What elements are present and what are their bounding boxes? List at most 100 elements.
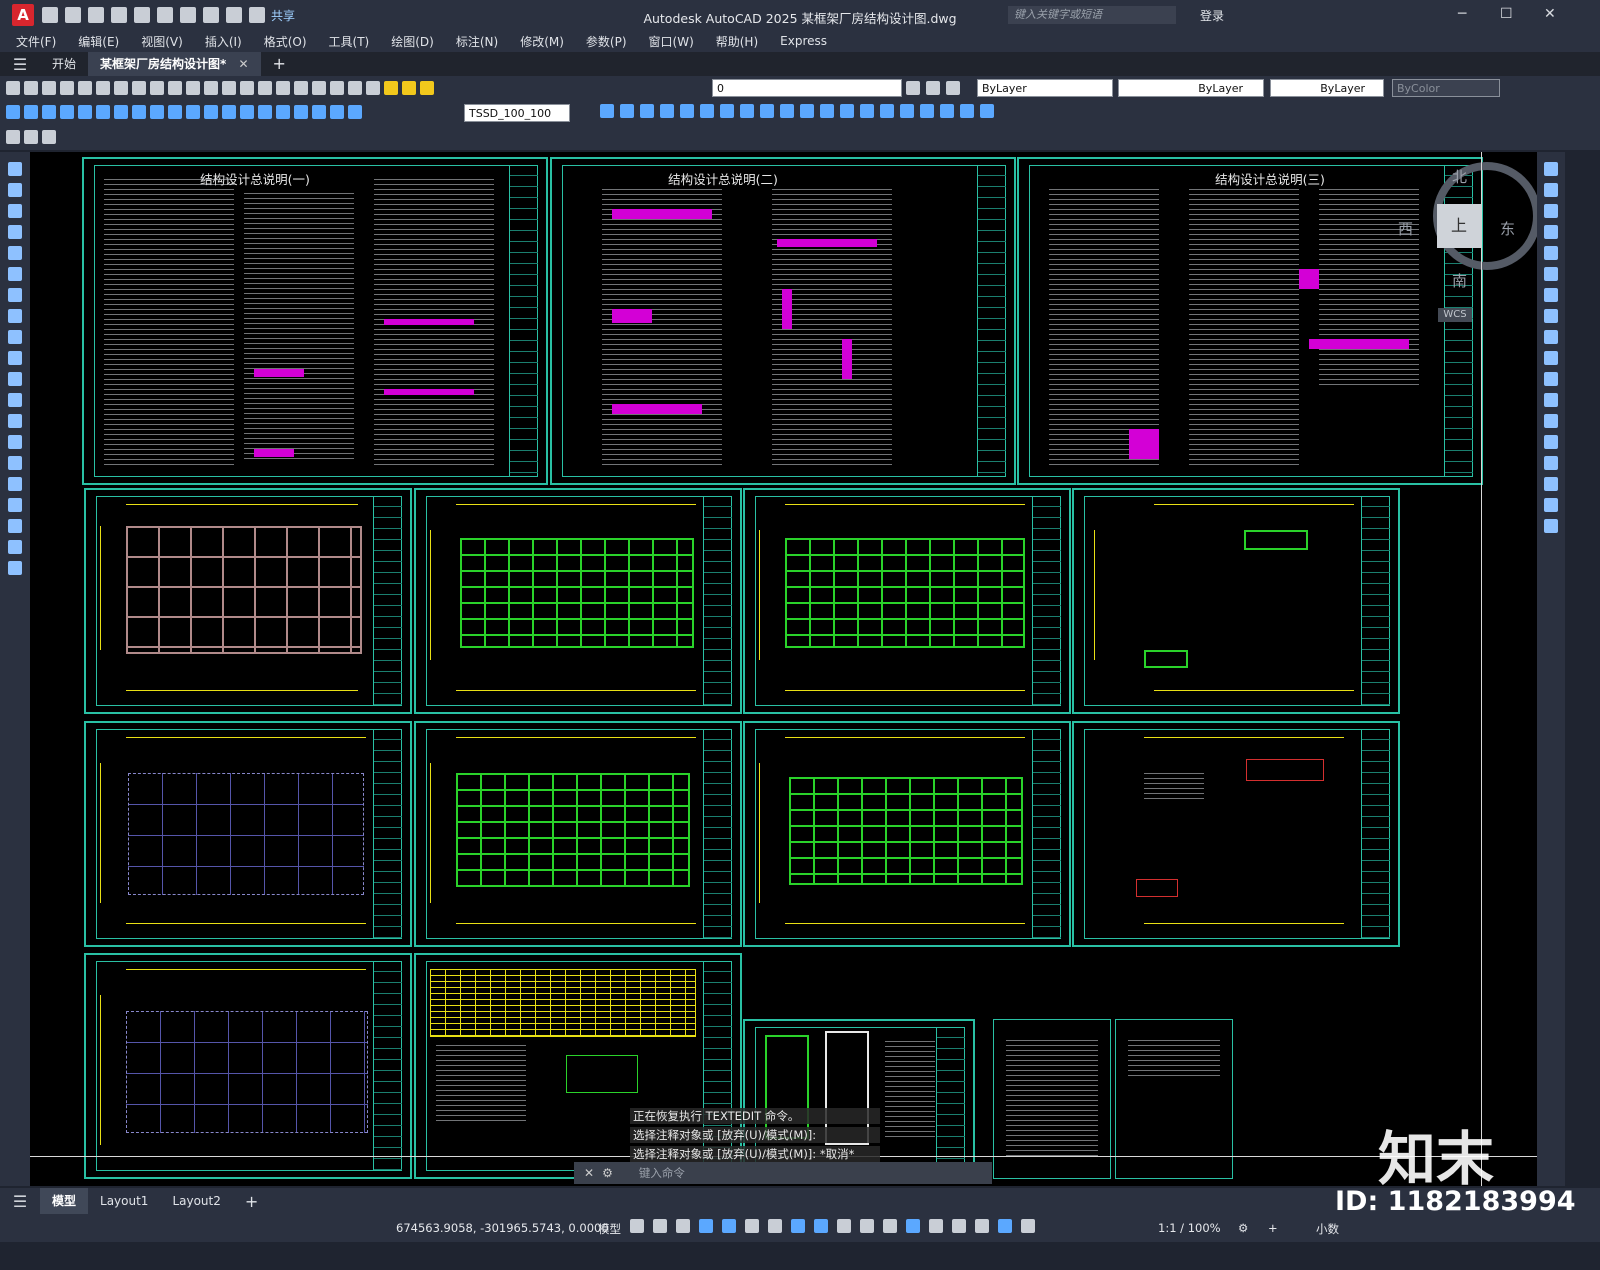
units-readout[interactable]: 小数 — [1316, 1221, 1339, 1237]
menu-express[interactable]: Express — [780, 34, 827, 48]
publish-icon[interactable] — [96, 81, 110, 95]
viewcube-south[interactable]: 南 — [1452, 270, 1467, 291]
modify-tool-19-icon[interactable] — [960, 104, 974, 118]
paste-icon[interactable] — [150, 81, 164, 95]
menu-window[interactable]: 窗口(W) — [649, 33, 694, 50]
share-button[interactable]: 共享 — [271, 7, 295, 24]
undo-icon[interactable] — [186, 81, 200, 95]
array-icon[interactable] — [1544, 246, 1558, 260]
extend-icon[interactable] — [1544, 372, 1558, 386]
open-file-icon[interactable] — [65, 7, 81, 23]
print-icon[interactable] — [180, 7, 196, 23]
layer-properties-icon[interactable] — [366, 81, 380, 95]
break-icon[interactable] — [1544, 414, 1558, 428]
qnew-icon[interactable] — [6, 81, 20, 95]
break-at-point-icon[interactable] — [1544, 393, 1558, 407]
trim-icon[interactable] — [1544, 351, 1558, 365]
dynamic-ucs-icon[interactable] — [929, 1219, 943, 1233]
properties-icon[interactable] — [258, 81, 272, 95]
extra-tool-2-icon[interactable] — [24, 130, 38, 144]
isodraft-icon[interactable] — [768, 1219, 782, 1233]
sheet-design-notes-2[interactable]: 结构设计总说明(二) — [550, 157, 1016, 485]
object-snap-tracking-icon[interactable] — [791, 1219, 805, 1233]
arc-icon[interactable] — [8, 267, 22, 281]
offset-icon[interactable] — [1544, 225, 1558, 239]
table-icon[interactable] — [8, 519, 22, 533]
menu-format[interactable]: 格式(O) — [264, 33, 307, 50]
dim-break-icon[interactable] — [222, 105, 236, 119]
menu-draw[interactable]: 绘图(D) — [391, 33, 434, 50]
layer-lock-icon[interactable] — [420, 81, 434, 95]
calculator-icon[interactable] — [330, 81, 344, 95]
sheet-floor-framing-plan-2[interactable] — [743, 488, 1071, 714]
point-icon[interactable] — [8, 435, 22, 449]
blend-icon[interactable] — [1544, 498, 1558, 512]
snap-icon[interactable] — [653, 1219, 667, 1233]
save-icon[interactable] — [42, 81, 56, 95]
mtext-icon[interactable] — [8, 540, 22, 554]
infer-icon[interactable] — [676, 1219, 690, 1233]
dim-update-icon[interactable] — [348, 105, 362, 119]
layer-previous-icon[interactable] — [926, 81, 940, 95]
make-block-icon[interactable] — [8, 414, 22, 428]
dim-edit-icon[interactable] — [312, 105, 326, 119]
jogged-linear-icon[interactable] — [294, 105, 308, 119]
viewcube-north[interactable]: 北 — [1452, 166, 1467, 187]
coordinates-readout[interactable]: 674563.9058, -301965.5743, 0.0000 — [396, 1221, 609, 1235]
dimstyle-dropdown[interactable]: TSSD_100_100 — [464, 104, 570, 122]
workspace-gear-icon[interactable]: ⚙ — [1238, 1221, 1248, 1235]
gizmo-icon[interactable] — [975, 1219, 989, 1233]
mirror-icon[interactable] — [1544, 204, 1558, 218]
autocad-logo-icon[interactable]: A — [12, 4, 34, 26]
extra-tool-1-icon[interactable] — [6, 130, 20, 144]
sheet-column-layout[interactable] — [84, 721, 412, 947]
modify-tool-10-icon[interactable] — [780, 104, 794, 118]
tab-layout1[interactable]: Layout1 — [88, 1194, 160, 1208]
sheet-foundation-plan[interactable] — [84, 488, 412, 714]
annotation-visibility-icon[interactable] — [998, 1219, 1012, 1233]
line-icon[interactable] — [8, 162, 22, 176]
viewcube-west[interactable]: 西 — [1398, 218, 1413, 239]
customize-dropdown-icon[interactable] — [249, 7, 265, 23]
rotate-icon[interactable] — [1544, 288, 1558, 302]
modify-tool-18-icon[interactable] — [940, 104, 954, 118]
save-as-icon[interactable] — [111, 7, 127, 23]
search-input[interactable]: 键入关键字或短语 — [1008, 6, 1176, 24]
angular-dim-icon[interactable] — [132, 105, 146, 119]
zoom-icon[interactable] — [240, 81, 254, 95]
preview-icon[interactable] — [78, 81, 92, 95]
modify-tool-9-icon[interactable] — [760, 104, 774, 118]
modify-tool-1-icon[interactable] — [600, 104, 614, 118]
ellipse-arc-icon[interactable] — [8, 372, 22, 386]
sheet-drawing-list-1[interactable] — [993, 1019, 1111, 1179]
baseline-dim-icon[interactable] — [168, 105, 182, 119]
annotation-scale[interactable]: 1:1 / 100% — [1158, 1221, 1221, 1235]
wcs-menu[interactable]: WCS — [1438, 308, 1472, 322]
3d-osnap-icon[interactable] — [906, 1219, 920, 1233]
open-icon[interactable] — [24, 81, 38, 95]
stretch-icon[interactable] — [1544, 330, 1558, 344]
layer-freeze-icon[interactable] — [402, 81, 416, 95]
annotation-monitor-icon[interactable]: + — [1268, 1221, 1278, 1235]
redo-icon[interactable] — [204, 81, 218, 95]
arc-length-icon[interactable] — [42, 105, 56, 119]
radius-dim-icon[interactable] — [78, 105, 92, 119]
file-tabs-menu-icon[interactable]: ☰ — [0, 55, 40, 74]
sheet-slab-reinforcement-1[interactable] — [414, 721, 742, 947]
new-file-icon[interactable] — [42, 7, 58, 23]
close-window-icon[interactable]: ✕ — [1544, 6, 1556, 22]
dim-text-edit-icon[interactable] — [330, 105, 344, 119]
help-icon[interactable] — [348, 81, 362, 95]
make-current-layer-icon[interactable] — [906, 81, 920, 95]
continue-dim-icon[interactable] — [186, 105, 200, 119]
modify-tool-14-icon[interactable] — [860, 104, 874, 118]
sheet-floor-framing-plan-1[interactable] — [414, 488, 742, 714]
sheet-drawing-list-2[interactable] — [1115, 1019, 1233, 1179]
sheet-set-icon[interactable] — [312, 81, 326, 95]
polyline-icon[interactable] — [8, 204, 22, 218]
chamfer-icon[interactable] — [1544, 456, 1558, 470]
ellipse-icon[interactable] — [8, 351, 22, 365]
menu-file[interactable]: 文件(F) — [16, 33, 56, 50]
layer-dropdown[interactable]: 0 — [712, 79, 902, 97]
hatch-icon[interactable] — [8, 456, 22, 470]
